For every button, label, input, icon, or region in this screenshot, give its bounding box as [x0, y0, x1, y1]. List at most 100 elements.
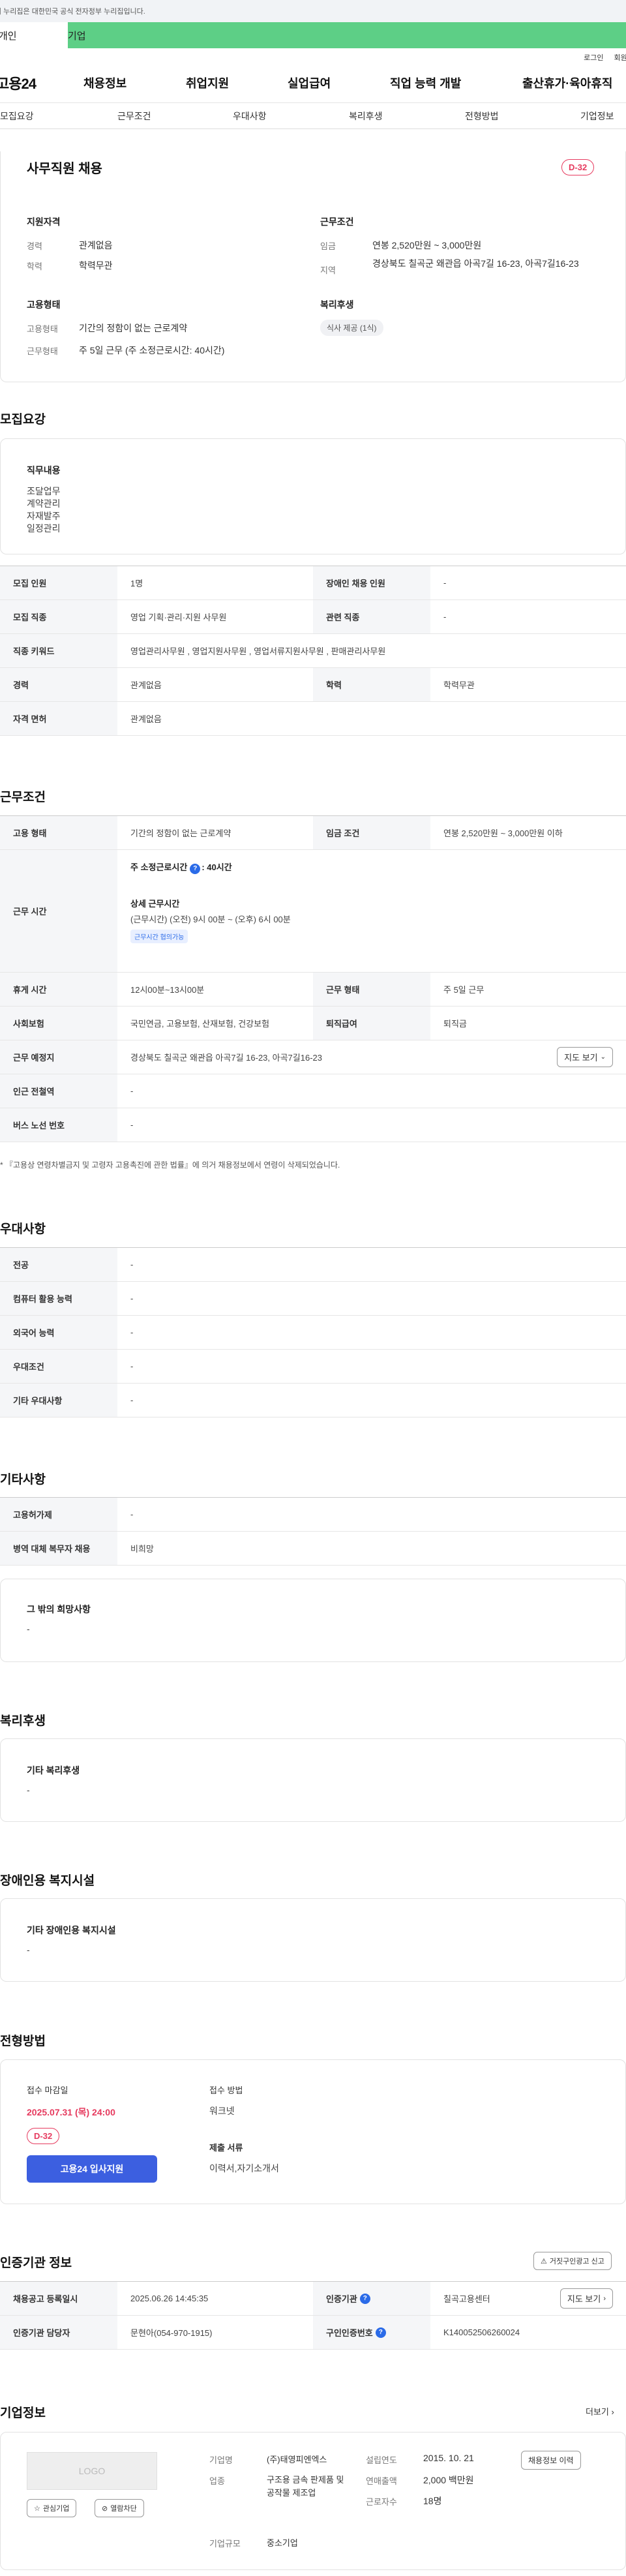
login-link[interactable]: 로그인	[584, 52, 603, 63]
dday-badge: D-32	[561, 159, 595, 175]
job-title: 사무직원 채용	[27, 162, 102, 176]
found-value: 2015. 10. 21	[423, 2453, 474, 2463]
subnav-pref[interactable]: 우대사항	[233, 110, 267, 123]
hours-main-value: : 40시간	[201, 862, 232, 872]
site-logo[interactable]: 고용24	[0, 72, 78, 93]
chevron-down-icon: ⌄	[600, 1053, 606, 1061]
disability-section-title: 장애인용 복지시설	[0, 1874, 95, 1888]
duty-title: 직무내용	[27, 465, 61, 476]
report-button-label: 거짓구인광고 신고	[549, 2258, 604, 2265]
table-header: 근무 예정지	[0, 1040, 117, 1074]
table-header: 컴퓨터 활용 능력	[0, 1282, 117, 1315]
industry-label: 업종	[209, 2476, 225, 2486]
welfare-box: 기타 복리후생 -	[0, 1738, 626, 1822]
table-cell: -	[130, 1361, 134, 1371]
favorite-company-button[interactable]: ☆ 관심기업	[27, 2499, 77, 2517]
disability-box-value: -	[27, 1945, 30, 1955]
chevron-right-icon: ›	[611, 2407, 614, 2417]
place-value: 경상북도 칠곡군 왜관읍 아곡7길 16-23, 아곡7길16-23	[130, 1053, 322, 1063]
company-more-link[interactable]: 더보기 ›	[586, 2405, 614, 2417]
table-row: 휴게 시간 12시00분~13시00분 근무 형태 주 5일 근무	[0, 973, 626, 1007]
disability-box: 기타 장애인용 복지시설 -	[0, 1898, 626, 1982]
table-row: 사회보험 국민연금, 고용보험, 산재보험, 건강보험 퇴직급여 퇴직금	[0, 1007, 626, 1040]
career-value: 관계없음	[79, 240, 113, 250]
etc-table: 고용허가제 - 병역 대체 복무자 채용 비희망	[0, 1497, 626, 1566]
cert-table: 채용공고 등록일시 2025.06.26 14:45:35 인증기관? 칠곡고용…	[0, 2281, 626, 2350]
apply-button[interactable]: 고용24 입사지원	[27, 2155, 157, 2183]
subnav-process[interactable]: 전형방법	[465, 110, 499, 123]
help-icon[interactable]: ?	[375, 2327, 386, 2338]
wage-value: 연봉 2,520만원 ~ 3,000만원	[372, 240, 482, 250]
report-button[interactable]: ⚠ 거짓구인광고 신고	[533, 2252, 612, 2270]
subnav-welfare[interactable]: 복리후생	[349, 110, 383, 123]
report-icon: ⚠	[541, 2257, 547, 2265]
table-header: 휴게 시간	[0, 973, 117, 1006]
table-cell: -	[130, 1395, 134, 1405]
block-label: 열람차단	[110, 2505, 137, 2513]
size-value: 중소기업	[267, 2538, 298, 2548]
table-cell: -	[130, 1327, 134, 1337]
block-icon: ⊘	[102, 2504, 108, 2513]
history-button[interactable]: 채용정보 이력	[521, 2451, 581, 2470]
logo-text: LOGO	[78, 2466, 106, 2476]
process-section-title: 전형방법	[0, 2035, 46, 2048]
company-box: LOGO ☆ 관심기업 ⊘ 열람차단 기업명 (주)태영피엔엑스 설립연도 2015…	[0, 2432, 626, 2570]
gov-notice-text: 이 누리집은 대한민국 공식 전자정부 누리집입니다.	[0, 8, 145, 16]
work-title: 근무조건	[320, 217, 354, 227]
table-cell: 주 5일 근무	[443, 985, 484, 995]
duty-line: 자재발주	[27, 511, 61, 521]
table-row: 인근 전철역 -	[0, 1074, 626, 1108]
table-header: 자격 면허	[0, 702, 117, 735]
table-cell: 2025.06.26 14:45:35	[130, 2294, 209, 2303]
map-button[interactable]: 지도 보기 ›	[559, 2288, 613, 2309]
table-row: 기타 우대사항 -	[0, 1384, 626, 1417]
tab-personal[interactable]: 개인	[0, 22, 68, 48]
gnb-item-unemployment[interactable]: 실업급여	[288, 74, 331, 91]
company-name-value: (주)태영피엔엑스	[267, 2455, 327, 2464]
employee-value: 18명	[423, 2496, 442, 2506]
other-hope-box: 그 밖의 희망사항 -	[0, 1579, 626, 1662]
help-icon[interactable]: ?	[359, 2293, 370, 2304]
table-header: 버스 노선 번호	[0, 1108, 117, 1142]
gnb-item-employment-support[interactable]: 취업지원	[186, 74, 229, 91]
join-link[interactable]: 회원가입	[614, 52, 626, 63]
subnav-company[interactable]: 기업정보	[580, 110, 614, 123]
dday-badge: D-32	[27, 2128, 60, 2144]
edu-label: 학력	[27, 262, 42, 271]
other-hope-value: -	[27, 1624, 30, 1634]
subnav-recruit[interactable]: 모집요강	[0, 110, 34, 123]
gnb-item-parental-leave[interactable]: 출산휴가·육아휴직	[522, 74, 612, 91]
table-header: 우대조건	[0, 1350, 117, 1383]
welfare-chip: 식사 제공 (1식)	[320, 320, 383, 336]
table-header: 경력	[0, 668, 117, 701]
table-row: 모집 직종 영업 기획·관리·지원 사무원 관련 직종 -	[0, 600, 626, 634]
table-cell: 경상북도 칠곡군 왜관읍 아곡7길 16-23, 아곡7길16-23 지도 보기…	[117, 1040, 626, 1074]
age-notice: * 『고용상 연령차별금지 및 고령자 고용촉진에 관한 법률』에 의거 채용정…	[0, 1160, 340, 1170]
table-header: 근무 시간	[0, 850, 117, 972]
emp-type-label: 고용형태	[27, 324, 58, 334]
table-cell: 문현아(054-970-1915)	[130, 2328, 213, 2338]
table-cell: K140052506260024	[443, 2327, 520, 2337]
help-icon[interactable]: ?	[190, 863, 201, 874]
table-header: 근무 형태	[313, 973, 430, 1006]
table-cell: 관계없음	[130, 714, 162, 724]
subnav-work[interactable]: 근무조건	[117, 110, 151, 123]
table-row: 인증기관 담당자 문현아(054-970-1915) 구인인증번호? K1400…	[0, 2316, 626, 2350]
other-hope-title: 그 밖의 희망사항	[27, 1604, 91, 1614]
table-cell: 칠곡고용센터 지도 보기 ›	[430, 2282, 626, 2315]
etc-section-title: 기타사항	[0, 1473, 46, 1487]
table-cell: -	[130, 1294, 134, 1303]
gnb-item-jobs[interactable]: 채용정보	[83, 74, 127, 91]
table-header: 모집 직종	[0, 600, 117, 633]
tab-company[interactable]: 기업	[68, 22, 626, 48]
block-view-button[interactable]: ⊘ 열람차단	[95, 2499, 144, 2517]
table-cell: 1명	[130, 579, 143, 588]
table-cell: 관계없음	[130, 680, 162, 690]
found-label: 설립연도	[366, 2455, 397, 2465]
more-link-label: 더보기	[586, 2407, 609, 2417]
welfare-section-title: 복리후생	[0, 1714, 46, 1728]
cert-number-label: 구인인증번호	[326, 2328, 373, 2338]
gnb-item-training[interactable]: 직업 능력 개발	[390, 74, 461, 91]
cert-agency-label: 인증기관	[326, 2294, 357, 2304]
map-button[interactable]: 지도 보기 ⌄	[557, 1047, 613, 1067]
